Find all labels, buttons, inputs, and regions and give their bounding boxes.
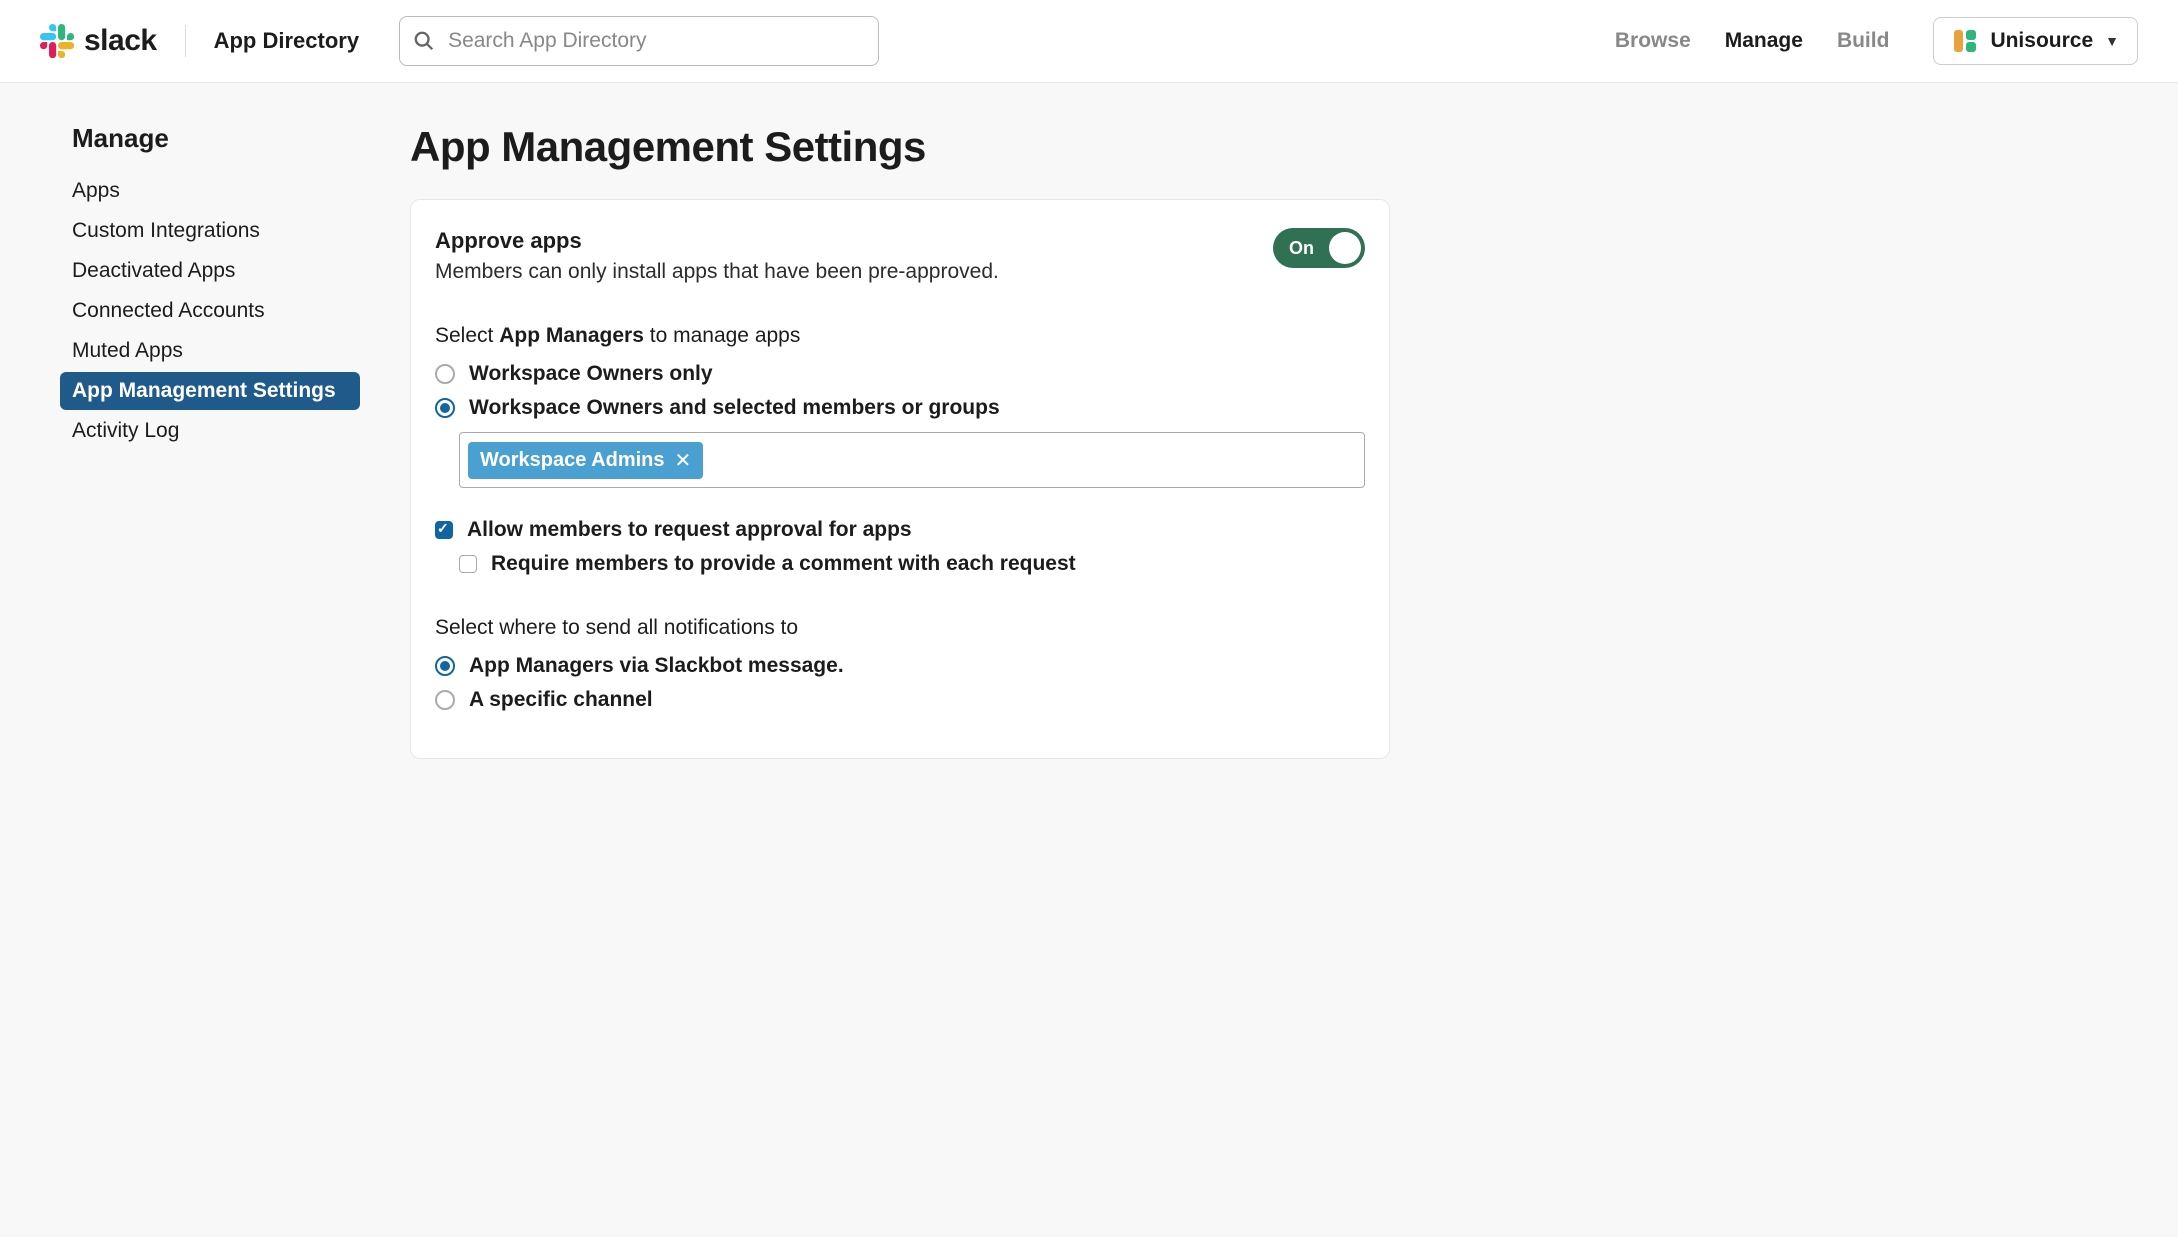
- radio-label: App Managers via Slackbot message.: [469, 654, 844, 678]
- sidebar-item-activity-log[interactable]: Activity Log: [60, 412, 360, 450]
- nav-browse[interactable]: Browse: [1615, 29, 1691, 53]
- divider: [185, 25, 186, 57]
- page-title: App Management Settings: [410, 123, 1390, 171]
- workspace-name: Unisource: [1990, 29, 2093, 53]
- token-workspace-admins: Workspace Admins ✕: [468, 442, 703, 479]
- app-directory-label[interactable]: App Directory: [214, 28, 359, 54]
- nav-build[interactable]: Build: [1837, 29, 1890, 53]
- radio-notify-channel[interactable]: A specific channel: [435, 688, 1365, 712]
- header-nav: Browse Manage Build Unisource ▼: [1615, 17, 2138, 65]
- radio-notify-slackbot[interactable]: App Managers via Slackbot message.: [435, 654, 1365, 678]
- chevron-down-icon: ▼: [2105, 33, 2119, 49]
- radio-icon: [435, 398, 455, 418]
- radio-owners-and-selected[interactable]: Workspace Owners and selected members or…: [435, 396, 1365, 420]
- sidebar-item-apps[interactable]: Apps: [60, 172, 360, 210]
- sidebar-title: Manage: [60, 123, 360, 154]
- sidebar-item-muted-apps[interactable]: Muted Apps: [60, 332, 360, 370]
- approve-apps-title: Approve apps: [435, 228, 999, 254]
- approve-apps-desc: Members can only install apps that have …: [435, 260, 999, 284]
- brand-area[interactable]: slack: [40, 24, 157, 58]
- slack-logo-icon: [40, 24, 74, 58]
- toggle-on-label: On: [1289, 238, 1314, 259]
- radio-icon: [435, 656, 455, 676]
- radio-owners-only[interactable]: Workspace Owners only: [435, 362, 1365, 386]
- checkbox-icon: [459, 555, 477, 573]
- page-body: Manage Apps Custom Integrations Deactiva…: [0, 83, 2178, 1237]
- token-label: Workspace Admins: [480, 449, 665, 472]
- sidebar-item-connected-accounts[interactable]: Connected Accounts: [60, 292, 360, 330]
- workspace-switcher[interactable]: Unisource ▼: [1933, 17, 2138, 65]
- radio-icon: [435, 364, 455, 384]
- sidebar: Manage Apps Custom Integrations Deactiva…: [60, 123, 360, 1197]
- search-input[interactable]: [399, 16, 879, 66]
- settings-card: Approve apps Members can only install ap…: [410, 199, 1390, 759]
- approve-apps-row: Approve apps Members can only install ap…: [435, 228, 1365, 284]
- main-content: App Management Settings Approve apps Mem…: [410, 123, 1390, 1197]
- radio-label: Workspace Owners and selected members or…: [469, 396, 1000, 420]
- nav-manage[interactable]: Manage: [1725, 29, 1803, 53]
- top-header: slack App Directory Browse Manage Build …: [0, 0, 2178, 83]
- checkbox-label: Require members to provide a comment wit…: [491, 552, 1076, 576]
- radio-icon: [435, 690, 455, 710]
- radio-label: A specific channel: [469, 688, 653, 712]
- search-container: [399, 16, 879, 66]
- close-icon[interactable]: ✕: [675, 448, 692, 473]
- app-managers-input[interactable]: Workspace Admins ✕: [459, 432, 1365, 488]
- brand-name: slack: [84, 24, 157, 58]
- sidebar-item-app-management-settings[interactable]: App Management Settings: [60, 372, 360, 410]
- radio-label: Workspace Owners only: [469, 362, 713, 386]
- toggle-knob: [1329, 232, 1361, 264]
- approve-apps-toggle[interactable]: On: [1273, 228, 1365, 268]
- sidebar-item-deactivated-apps[interactable]: Deactivated Apps: [60, 252, 360, 290]
- workspace-icon: [1952, 28, 1978, 54]
- checkbox-label: Allow members to request approval for ap…: [467, 518, 912, 542]
- search-icon: [413, 30, 435, 52]
- checkbox-icon: [435, 521, 453, 539]
- notifications-prompt: Select where to send all notifications t…: [435, 616, 1365, 640]
- app-managers-prompt: Select App Managers to manage apps: [435, 324, 1365, 348]
- checkbox-require-comment[interactable]: Require members to provide a comment wit…: [459, 552, 1365, 576]
- sidebar-item-custom-integrations[interactable]: Custom Integrations: [60, 212, 360, 250]
- checkbox-allow-requests[interactable]: Allow members to request approval for ap…: [435, 518, 1365, 542]
